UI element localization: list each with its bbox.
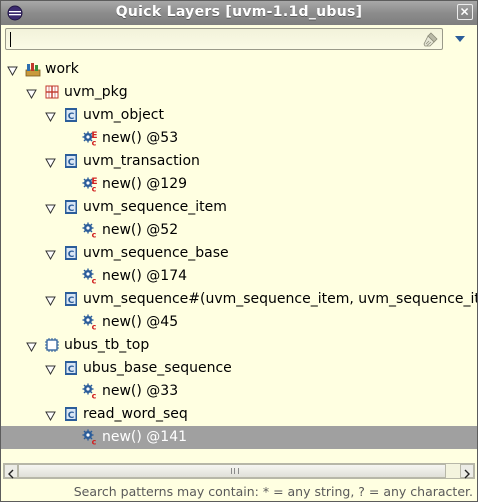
function-icon: c [82, 383, 98, 401]
window-title: Quick Layers [uvm-1.1d_ubus] [115, 4, 363, 20]
tree-row[interactable]: c new() @52 [1, 219, 477, 242]
title-bar[interactable]: Quick Layers [uvm-1.1d_ubus] [1, 1, 477, 26]
svg-text:c: c [92, 438, 97, 446]
close-icon[interactable] [457, 4, 473, 20]
svg-text:c: c [92, 185, 97, 193]
filter-input[interactable] [5, 28, 443, 50]
tree-row[interactable]: Cread_word_seq [1, 403, 477, 426]
expand-toggle-icon[interactable] [26, 340, 37, 353]
tree-row-label: new() @45 [102, 314, 179, 330]
external-function-icon: Ec [82, 130, 98, 148]
tree-row-label: new() @52 [102, 222, 179, 238]
tree-row[interactable]: c new() @174 [1, 265, 477, 288]
svg-text:C: C [68, 250, 75, 260]
svg-text:C: C [68, 204, 75, 214]
svg-text:c: c [92, 139, 97, 147]
search-hint: Search patterns may contain: * = any str… [73, 484, 473, 499]
expand-toggle-icon[interactable] [45, 363, 56, 376]
package-icon [44, 84, 60, 100]
module-icon [44, 337, 60, 353]
horizontal-scrollbar[interactable] [3, 463, 475, 479]
tree-row[interactable]: Cuvm_transaction [1, 150, 477, 173]
scroll-right-button[interactable] [460, 464, 474, 479]
svg-text:c: c [92, 277, 97, 285]
clear-filter-icon[interactable] [422, 30, 440, 48]
tree-row-label: uvm_sequence_item [83, 199, 227, 215]
svg-text:C: C [68, 112, 75, 122]
tree-row[interactable]: Cuvm_sequence_base [1, 242, 477, 265]
svg-text:C: C [68, 411, 75, 421]
tree-row-label: ubus_base_sequence [83, 360, 232, 376]
tree-row-label: new() @141 [102, 429, 188, 445]
expand-toggle-icon[interactable] [45, 110, 56, 123]
class-icon: C [63, 107, 79, 123]
tree-row[interactable]: Cuvm_sequence#(uvm_sequence_item, uvm_se… [1, 288, 477, 311]
expand-toggle-icon[interactable] [45, 294, 56, 307]
class-icon: C [63, 406, 79, 422]
tree-row-label: uvm_sequence#(uvm_sequence_item, uvm_seq… [83, 291, 477, 307]
tree-row[interactable]: ubus_tb_top [1, 334, 477, 357]
tree-row-label: work [45, 61, 79, 77]
tree-row[interactable]: c new() @45 [1, 311, 477, 334]
expand-toggle-icon[interactable] [45, 202, 56, 215]
function-icon: c [82, 268, 98, 286]
quick-layers-window: Quick Layers [uvm-1.1d_ubus] work uvm_pkg… [0, 0, 478, 502]
tree-row-label: ubus_tb_top [64, 337, 150, 353]
scrollbar-grip [231, 468, 239, 474]
arrow-right-icon [464, 469, 470, 479]
tree-row[interactable]: work [1, 58, 477, 81]
class-icon: C [63, 360, 79, 376]
svg-text:c: c [92, 392, 97, 400]
class-icon: C [63, 199, 79, 215]
tree-row[interactable]: uvm_pkg [1, 81, 477, 104]
svg-text:C: C [68, 365, 75, 375]
tree-row[interactable]: Ec new() @53 [1, 127, 477, 150]
tree-row[interactable]: c new() @33 [1, 380, 477, 403]
svg-text:c: c [92, 323, 97, 331]
filter-row [1, 25, 477, 55]
class-icon: C [63, 291, 79, 307]
svg-text:c: c [92, 231, 97, 239]
arrow-left-icon [8, 469, 14, 479]
project-library-icon [25, 61, 41, 77]
tree-row-label: read_word_seq [83, 406, 188, 422]
tree-row-label: new() @129 [102, 176, 188, 192]
tree-row-label: uvm_object [83, 107, 164, 123]
class-icon: C [63, 153, 79, 169]
scrollbar-thumb[interactable] [18, 464, 446, 478]
view-menu-icon[interactable] [453, 34, 467, 44]
svg-text:C: C [68, 296, 75, 306]
expand-toggle-icon[interactable] [7, 64, 18, 77]
tree-row-label: new() @53 [102, 130, 179, 146]
function-icon: c [82, 429, 98, 447]
class-icon: C [63, 245, 79, 261]
text-caret [10, 32, 11, 47]
function-icon: c [82, 222, 98, 240]
svg-text:C: C [68, 158, 75, 168]
tree-row-label: uvm_pkg [64, 84, 128, 100]
expand-toggle-icon[interactable] [45, 409, 56, 422]
expand-toggle-icon[interactable] [26, 87, 37, 100]
scroll-left-button[interactable] [4, 464, 18, 479]
external-function-icon: Ec [82, 176, 98, 194]
expand-toggle-icon[interactable] [45, 156, 56, 169]
tree-row[interactable]: Cuvm_sequence_item [1, 196, 477, 219]
tree-row-label: uvm_transaction [83, 153, 200, 169]
status-bar: Search patterns may contain: * = any str… [1, 481, 477, 501]
tree-row[interactable]: Ec new() @129 [1, 173, 477, 196]
function-icon: c [82, 314, 98, 332]
tree-row-label: new() @174 [102, 268, 188, 284]
tree-row-label: new() @33 [102, 383, 179, 399]
tree-row[interactable]: Cuvm_object [1, 104, 477, 127]
tree-row[interactable]: Cubus_base_sequence [1, 357, 477, 380]
layers-tree: work uvm_pkg Cuvm_object Ec new() @53 Cuvm_tr… [1, 58, 477, 461]
tree-row[interactable]: c new() @141 [1, 426, 477, 449]
tree-row-label: uvm_sequence_base [83, 245, 229, 261]
expand-toggle-icon[interactable] [45, 248, 56, 261]
